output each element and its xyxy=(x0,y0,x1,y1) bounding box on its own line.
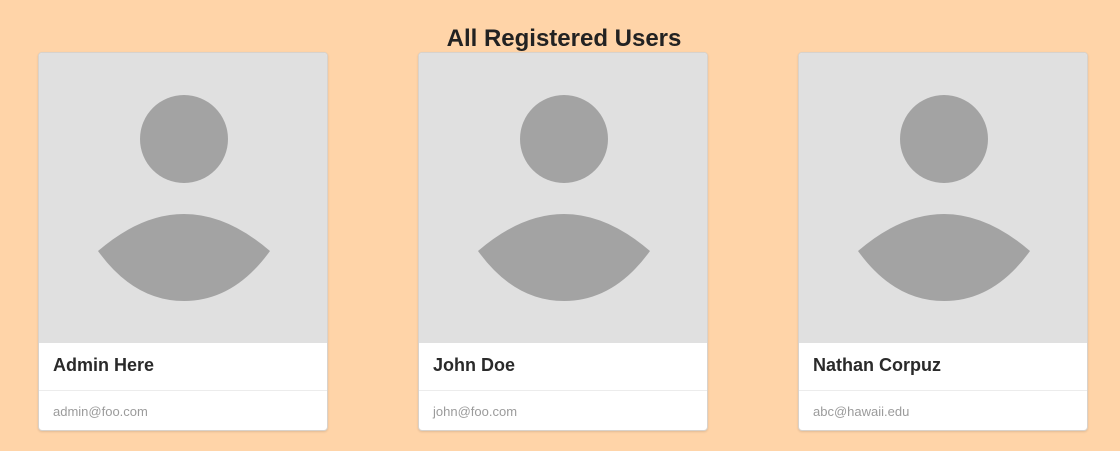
user-placeholder-icon xyxy=(478,95,650,301)
user-card[interactable]: John Doe john@foo.com xyxy=(418,52,708,431)
avatar xyxy=(799,53,1087,343)
user-email: abc@hawaii.edu xyxy=(813,404,910,419)
divider xyxy=(419,390,707,391)
user-email: john@foo.com xyxy=(433,404,518,419)
user-name: Admin Here xyxy=(53,355,155,375)
user-placeholder-icon xyxy=(98,95,270,301)
avatar xyxy=(419,53,707,343)
divider xyxy=(799,390,1087,391)
avatar xyxy=(39,53,327,343)
user-email: admin@foo.com xyxy=(53,404,148,419)
user-card[interactable]: Admin Here admin@foo.com xyxy=(38,52,328,431)
user-name: Nathan Corpuz xyxy=(813,355,941,375)
user-name: John Doe xyxy=(433,355,516,375)
user-card[interactable]: Nathan Corpuz abc@hawaii.edu xyxy=(798,52,1088,431)
divider xyxy=(39,390,327,391)
user-placeholder-icon xyxy=(858,95,1030,301)
page-title: All Registered Users xyxy=(446,25,682,53)
